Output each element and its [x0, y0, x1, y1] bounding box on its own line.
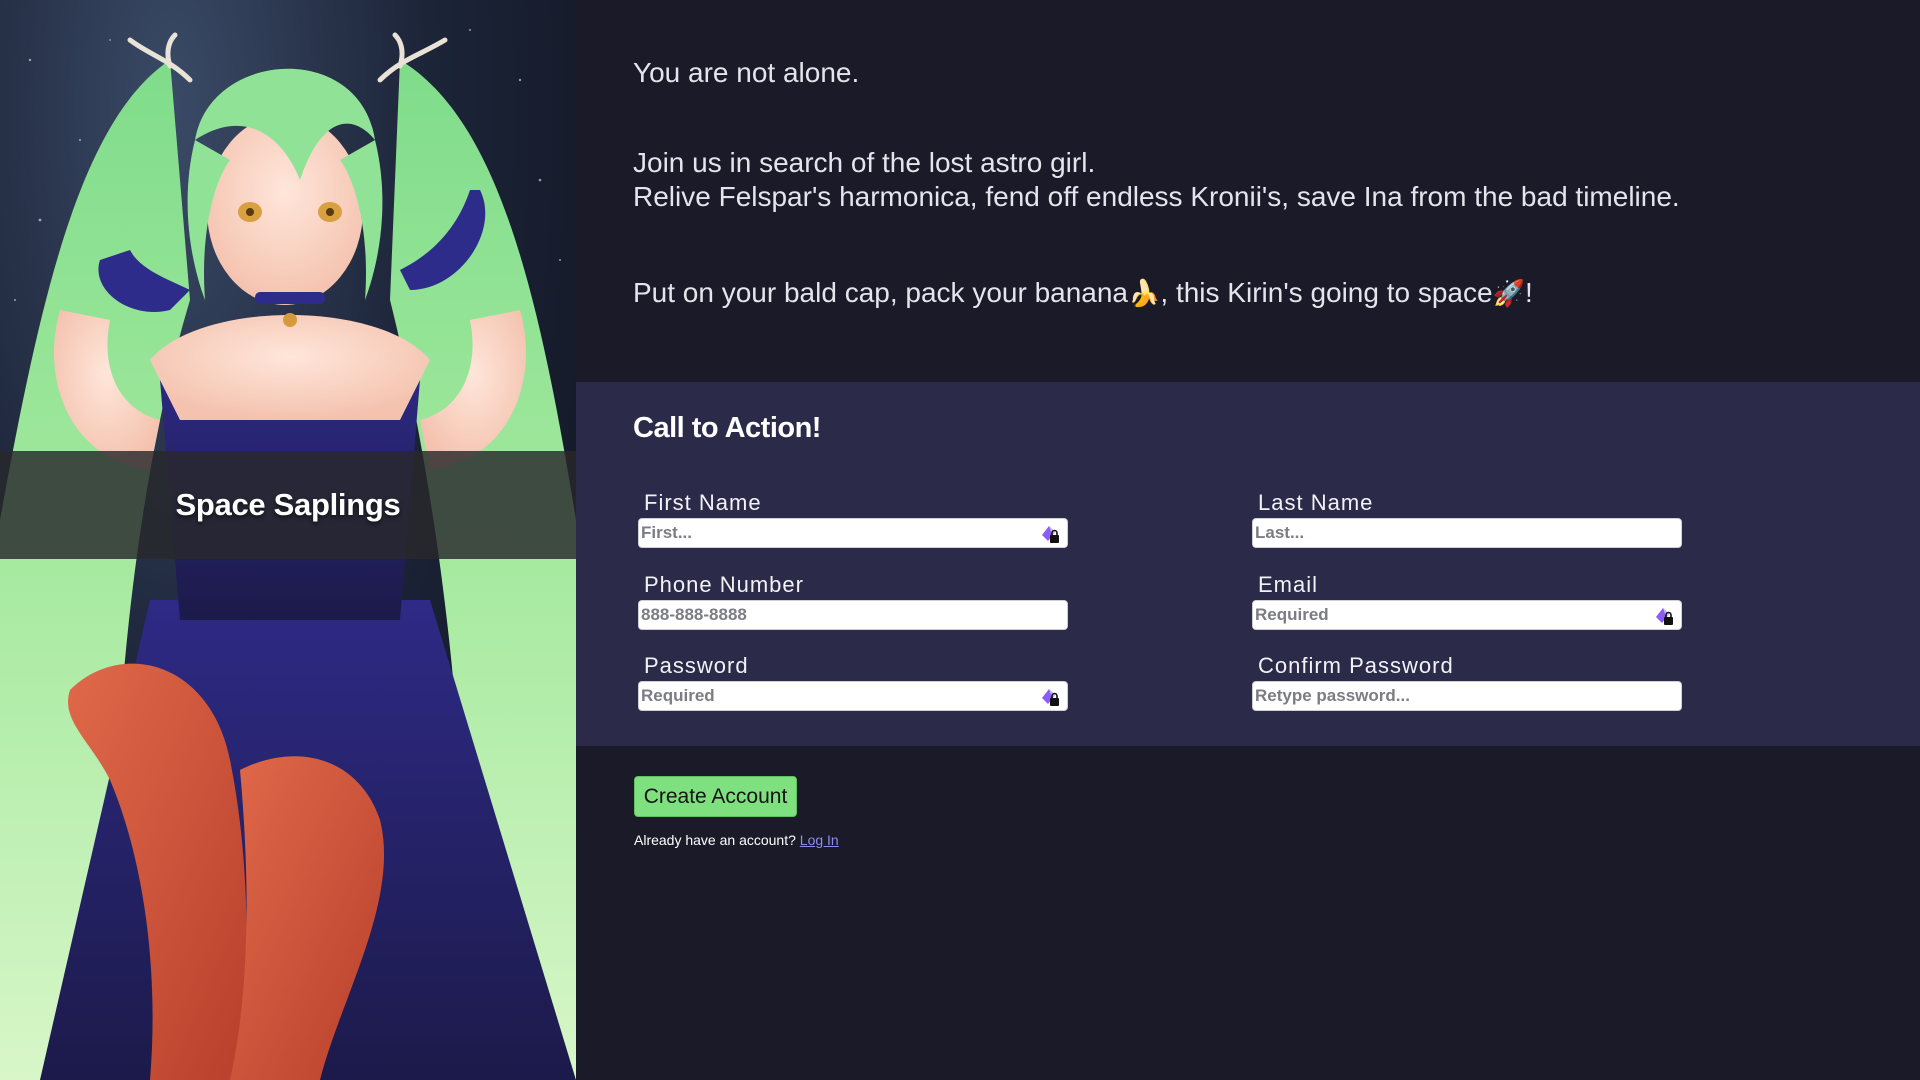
intro-line-4-end: !	[1524, 277, 1533, 308]
last-name-label: Last Name	[1258, 490, 1374, 515]
confirm-password-input-box	[1252, 681, 1682, 711]
password-manager-lock-icon[interactable]	[1653, 605, 1675, 627]
intro-line-2: Join us in search of the lost astro girl…	[633, 147, 1096, 178]
intro-line-3: Relive Felspar's harmonica, fend off end…	[633, 181, 1680, 212]
email-input-box	[1252, 600, 1682, 630]
password-field: Password	[638, 651, 1068, 711]
password-manager-lock-icon[interactable]	[1039, 686, 1061, 708]
confirm-password-field: Confirm Password	[1252, 651, 1682, 711]
signup-page: Space Saplings You are not alone. Join u…	[0, 0, 1920, 1080]
banana-icon: 🍌	[1128, 279, 1161, 309]
confirm-password-label: Confirm Password	[1258, 653, 1454, 678]
password-input-box	[638, 681, 1068, 711]
password-input[interactable]	[639, 682, 1067, 710]
phone-field: Phone Number	[638, 570, 1068, 630]
phone-label: Phone Number	[644, 572, 804, 597]
login-link[interactable]: Log In	[800, 832, 839, 848]
password-label: Password	[644, 653, 749, 678]
intro-line-4-middle: , this Kirin's going to space	[1160, 277, 1493, 308]
first-name-input-box	[638, 518, 1068, 548]
confirm-password-input[interactable]	[1253, 682, 1681, 710]
hero-title: Space Saplings	[175, 487, 401, 522]
email-label: Email	[1258, 572, 1319, 597]
intro-text: You are not alone. Join us in search of …	[633, 56, 1873, 311]
email-input[interactable]	[1253, 601, 1681, 629]
first-name-field: First Name	[638, 488, 1068, 548]
intro-line-4: Put on your bald cap, pack your banana🍌,…	[633, 276, 1873, 311]
first-name-label: First Name	[644, 490, 762, 515]
form-heading: Call to Action!	[633, 412, 821, 444]
phone-input[interactable]	[639, 601, 1067, 629]
phone-input-box	[638, 600, 1068, 630]
last-name-field: Last Name	[1252, 488, 1682, 548]
hero-banner: Space Saplings	[0, 451, 576, 559]
last-name-input-box	[1252, 518, 1682, 548]
login-prompt: Already have an account? Log In	[634, 832, 839, 848]
intro-line-1: You are not alone.	[633, 57, 860, 88]
create-account-button[interactable]: Create Account	[634, 776, 797, 817]
email-field: Email	[1252, 570, 1682, 630]
last-name-input[interactable]	[1253, 519, 1681, 547]
signup-form: Call to Action! First Name Last Name	[576, 382, 1920, 746]
first-name-input[interactable]	[639, 519, 1067, 547]
password-manager-lock-icon[interactable]	[1039, 523, 1061, 545]
rocket-icon: 🚀	[1492, 279, 1525, 309]
hero-panel: Space Saplings	[0, 0, 576, 1080]
intro-line-4-start: Put on your bald cap, pack your banana	[633, 277, 1129, 308]
login-prompt-text: Already have an account?	[634, 832, 796, 848]
